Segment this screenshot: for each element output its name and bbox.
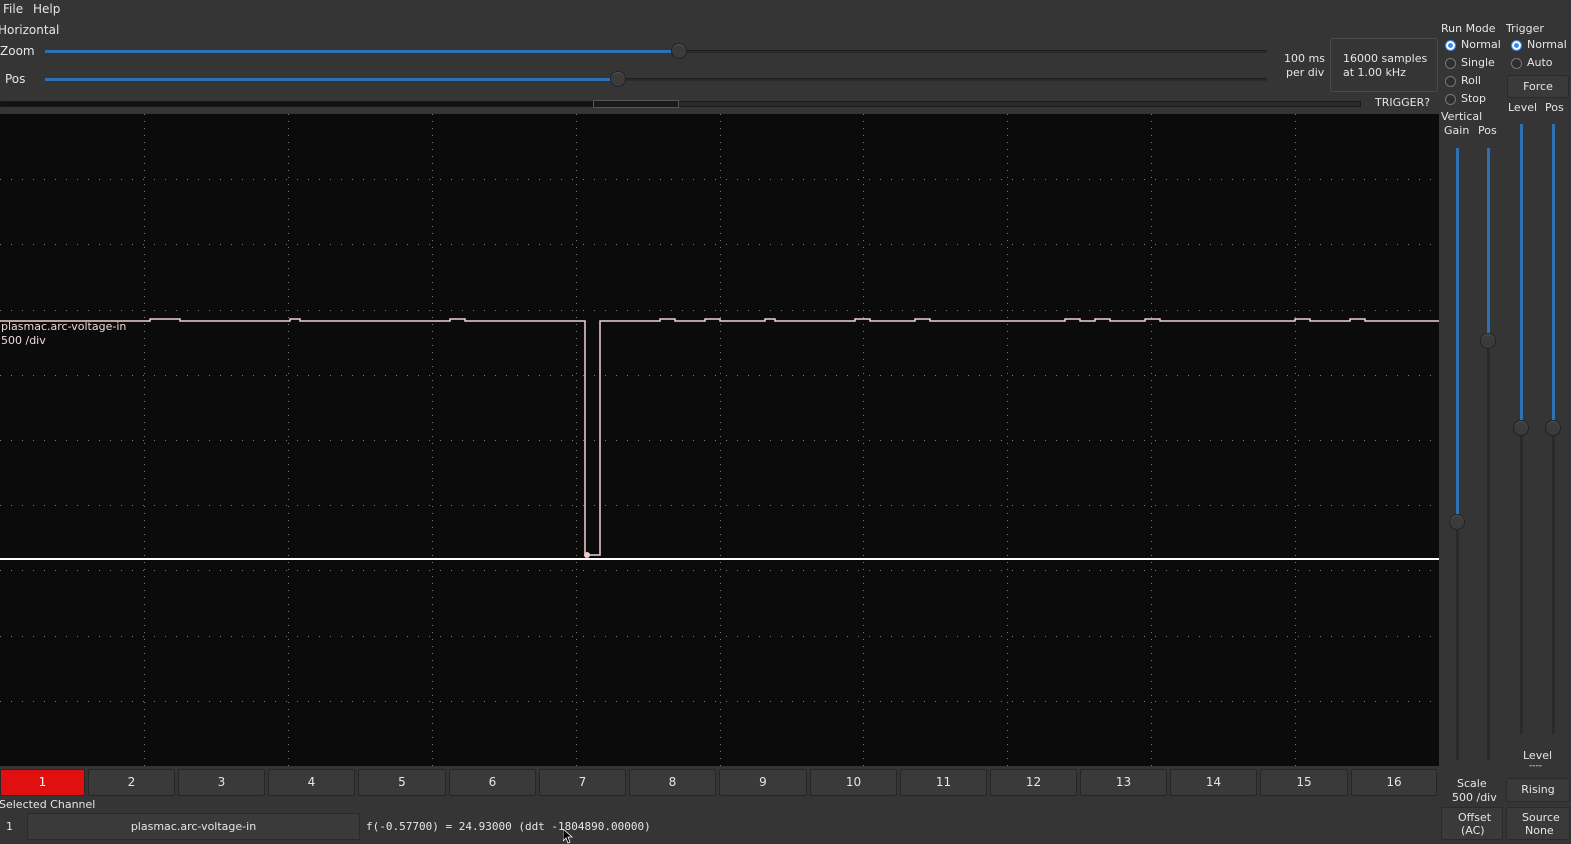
trigger-edge-button[interactable]: Rising [1506, 778, 1570, 802]
zoom-slider-handle[interactable] [671, 43, 688, 59]
run-mode-stop-label: Stop [1461, 92, 1487, 105]
channel-button-16[interactable]: 16 [1351, 769, 1437, 796]
trigger-level-label: Level [1508, 101, 1538, 114]
channel-button-6[interactable]: 6 [449, 769, 536, 796]
run-mode-roll-label: Roll [1461, 74, 1481, 87]
zoom-slider-fill [45, 50, 681, 53]
scale-value: 500 /div [1452, 791, 1497, 804]
cursor-marker [584, 552, 590, 558]
gain-label: Gain [1444, 124, 1470, 137]
record-window-indicator[interactable] [593, 100, 679, 108]
trigger-source-button[interactable]: Source None [1506, 807, 1570, 840]
horizontal-pos-slider-fill [45, 78, 620, 81]
selected-channel-name-button[interactable]: plasmac.arc-voltage-in [27, 813, 360, 840]
selected-channel-number: 1 [6, 820, 13, 833]
menu-help[interactable]: Help [33, 2, 60, 16]
horizontal-pos-slider-handle[interactable] [610, 71, 627, 87]
offset-button[interactable]: Offset (AC) [1441, 807, 1503, 840]
sample-count: 16000 samples [1343, 52, 1428, 65]
scope-display[interactable]: plasmac.arc-voltage-in 500 /div [0, 114, 1439, 766]
vertical-pos-slider[interactable] [1480, 148, 1496, 760]
horizontal-title: Horizontal [0, 23, 60, 37]
vertical-group: Vertical Gain Pos Scale 500 /div Offset … [1439, 110, 1503, 842]
radio-icon[interactable] [1445, 58, 1456, 69]
run-mode-group: Run Mode Normal Single Roll Stop [1439, 20, 1503, 110]
channel-button-4[interactable]: 4 [268, 769, 355, 796]
channel-button-8[interactable]: 8 [629, 769, 716, 796]
channel-button-3[interactable]: 3 [178, 769, 265, 796]
channel-button-1[interactable]: 1 [0, 769, 85, 796]
menu-bar: File Help [0, 0, 1571, 20]
horizontal-group: Horizontal Zoom Pos 100 ms per div 16000… [0, 20, 1438, 114]
vertical-pos-slider-handle[interactable] [1480, 333, 1496, 349]
scale-label: Scale [1457, 777, 1487, 790]
zoom-label: Zoom [0, 44, 35, 58]
trigger-pos-slider[interactable] [1545, 124, 1561, 734]
sample-rate: at 1.00 kHz [1343, 66, 1406, 79]
trigger-status: TRIGGER? [1375, 96, 1431, 109]
trigger-level-readout-value: ---- [1529, 761, 1542, 771]
horizontal-pos-slider[interactable] [45, 71, 1267, 87]
channel-button-11[interactable]: 11 [900, 769, 987, 796]
scope-grid [0, 114, 1439, 766]
offset-label: Offset [1458, 811, 1492, 824]
trigger-normal-label: Normal [1527, 38, 1567, 51]
trigger-group: Trigger Normal Auto Force Level Pos Leve… [1504, 20, 1571, 842]
channel-button-10[interactable]: 10 [810, 769, 897, 796]
run-mode-single-label: Single [1461, 56, 1495, 69]
run-mode-title: Run Mode [1441, 22, 1496, 35]
offset-value: (AC) [1461, 824, 1485, 837]
time-per-div-value: 100 ms [1284, 52, 1325, 65]
trigger-pos-slider-handle[interactable] [1545, 420, 1561, 436]
gain-slider-handle[interactable] [1449, 514, 1465, 530]
trigger-pos-label: Pos [1545, 101, 1564, 114]
scope-plot [0, 114, 1439, 766]
trigger-level-slider-handle[interactable] [1513, 420, 1529, 436]
channel-button-15[interactable]: 15 [1260, 769, 1348, 796]
run-mode-normal-label: Normal [1461, 38, 1501, 51]
selected-channel-title: Selected Channel [0, 798, 96, 811]
channel-button-2[interactable]: 2 [88, 769, 175, 796]
trigger-auto-label: Auto [1527, 56, 1553, 69]
cursor-readout: f(-0.57700) = 24.93000 (ddt -1804890.000… [366, 820, 651, 833]
channel-button-7[interactable]: 7 [539, 769, 626, 796]
channel-button-13[interactable]: 13 [1080, 769, 1167, 796]
vertical-pos-label: Pos [1478, 124, 1497, 137]
vertical-title: Vertical [1441, 110, 1483, 123]
trigger-title: Trigger [1506, 22, 1544, 35]
channel-scale-overlay: 500 /div [1, 334, 46, 347]
channel-button-12[interactable]: 12 [990, 769, 1077, 796]
zoom-slider[interactable] [45, 43, 1267, 59]
radio-icon[interactable] [1445, 94, 1456, 105]
channel-button-5[interactable]: 5 [358, 769, 446, 796]
radio-icon[interactable] [1511, 58, 1522, 69]
radio-icon[interactable] [1445, 76, 1456, 87]
trigger-source-value: None [1525, 824, 1554, 837]
record-overview-bar[interactable] [0, 100, 1361, 108]
gain-slider[interactable] [1449, 148, 1465, 760]
force-button[interactable]: Force [1507, 75, 1569, 98]
pos-label: Pos [5, 72, 26, 86]
channel-1-trace [0, 318, 1439, 556]
time-per-div-unit: per div [1286, 66, 1325, 79]
menu-file[interactable]: File [3, 2, 23, 16]
mouse-cursor-icon [563, 829, 573, 844]
radio-icon[interactable] [1511, 40, 1522, 51]
channel-button-14[interactable]: 14 [1170, 769, 1257, 796]
radio-icon[interactable] [1445, 40, 1456, 51]
channel-button-9[interactable]: 9 [719, 769, 807, 796]
trigger-level-slider[interactable] [1513, 124, 1529, 734]
sample-rate-box: 16000 samples at 1.00 kHz [1330, 38, 1438, 92]
channel-name-overlay: plasmac.arc-voltage-in [1, 320, 127, 333]
trigger-source-label: Source [1522, 811, 1560, 824]
